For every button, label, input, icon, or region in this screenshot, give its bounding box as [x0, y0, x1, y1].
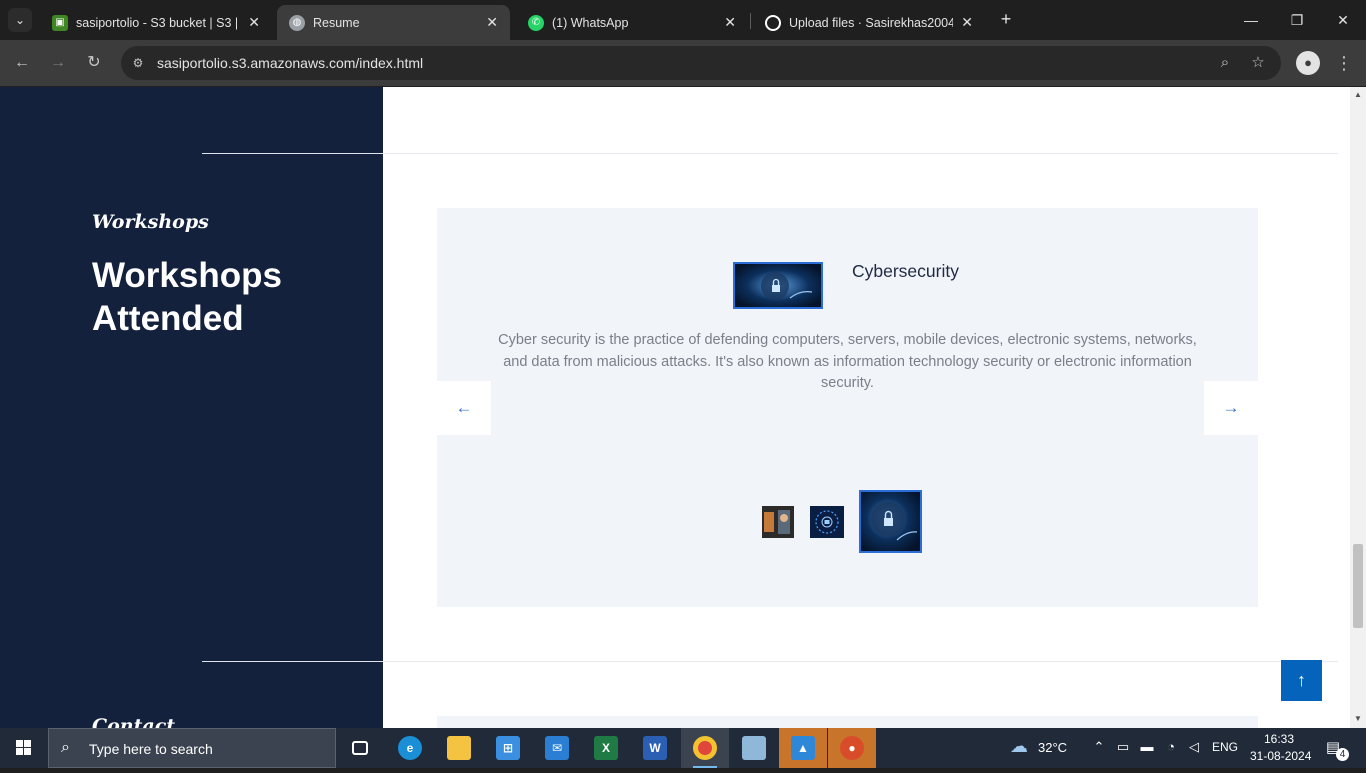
clock-date[interactable]: 31-08-2024: [1250, 749, 1311, 763]
tab-title: Resume: [313, 15, 360, 30]
clock-time[interactable]: 16:33: [1264, 732, 1294, 746]
show-hidden-icons-icon[interactable]: ⌃: [1090, 739, 1108, 755]
next-section-subtitle: Contact: [92, 715, 176, 728]
divider-bottom: [383, 661, 1338, 662]
browser-menu-icon[interactable]: ⋮: [1334, 51, 1354, 75]
taskbar-word[interactable]: W: [631, 728, 679, 768]
taskbar-file-explorer[interactable]: [435, 728, 483, 768]
tab-close-icon[interactable]: ✕: [961, 14, 973, 31]
aws-s3-icon: ▣: [52, 14, 68, 31]
profile-avatar-icon[interactable]: ●: [1296, 51, 1320, 75]
divider-bottom-left: [202, 661, 383, 662]
folder-icon: [447, 736, 471, 760]
carousel-thumbnail-selected[interactable]: [859, 490, 922, 553]
workshop-description: Cyber security is the practice of defend…: [498, 332, 1197, 391]
section-heading: Workshops Attended: [92, 256, 282, 338]
taskbar-chrome[interactable]: [681, 728, 729, 768]
taskbar-photos[interactable]: ▲: [779, 728, 827, 768]
bookmark-star-icon[interactable]: ☆: [1248, 53, 1268, 73]
scrollbar-thumb[interactable]: [1353, 544, 1363, 628]
notes-icon: [742, 736, 766, 760]
volume-muted-icon[interactable]: ◁: [1185, 739, 1203, 755]
scroll-down-icon[interactable]: ▼: [1353, 714, 1363, 724]
section-subtitle: Workshops: [92, 211, 209, 233]
taskbar-search-box[interactable]: ⌕ Type here to search: [48, 728, 336, 768]
divider-top: [383, 153, 1338, 154]
taskbar-app-recorder[interactable]: ●: [828, 728, 876, 768]
tab-s3-bucket[interactable]: ▣ sasiportolio - S3 bucket | S3 | us ✕: [40, 5, 272, 40]
forward-button[interactable]: →: [46, 51, 70, 75]
workshop-title: Cybersecurity: [852, 261, 959, 281]
carousel-thumbnail[interactable]: [762, 506, 794, 538]
taskbar-mail[interactable]: ✉: [533, 728, 581, 768]
globe-icon: ◍: [289, 14, 305, 31]
battery-icon[interactable]: ▬: [1138, 739, 1156, 754]
next-section-card: [437, 716, 1258, 728]
notification-count-badge: 4: [1336, 748, 1349, 761]
github-icon: [765, 14, 781, 31]
search-icon: ⌕: [61, 739, 70, 756]
tab-separator: [750, 13, 751, 29]
page-scrollbar[interactable]: ▲ ▼: [1350, 87, 1366, 728]
address-bar[interactable]: ⚙ sasiportolio.s3.amazonaws.com/index.ht…: [121, 46, 1281, 80]
language-indicator[interactable]: ENG: [1212, 740, 1238, 754]
start-button[interactable]: [0, 728, 48, 768]
tab-github-upload[interactable]: Upload files · Sasirekhas2004/pc ✕: [753, 5, 985, 40]
mail-icon: ✉: [545, 736, 569, 760]
tab-title: sasiportolio - S3 bucket | S3 | us: [76, 15, 241, 30]
scroll-up-icon[interactable]: ▲: [1353, 90, 1363, 100]
chrome-icon: [693, 736, 717, 760]
browser-tab-bar: ⌄ ▣ sasiportolio - S3 bucket | S3 | us ✕…: [0, 0, 1366, 40]
tab-close-icon[interactable]: ✕: [248, 14, 260, 31]
wifi-icon[interactable]: ◔: [1162, 739, 1180, 754]
close-window-button[interactable]: ✕: [1320, 0, 1366, 40]
carousel-next-button[interactable]: →: [1204, 381, 1258, 435]
reload-button[interactable]: ↻: [82, 51, 106, 75]
tab-resume[interactable]: ◍ Resume ✕: [277, 5, 510, 40]
taskbar-excel[interactable]: X: [582, 728, 630, 768]
browser-toolbar: ← → ↻ ⚙ sasiportolio.s3.amazonaws.com/in…: [0, 40, 1366, 86]
tab-title: (1) WhatsApp: [552, 15, 629, 30]
workshop-main-image: [733, 262, 823, 309]
page-viewport: Workshops Workshops Attended Contact Cyb: [0, 87, 1366, 728]
new-tab-button[interactable]: +: [996, 9, 1016, 30]
word-icon: W: [643, 736, 667, 760]
carousel-thumbnail[interactable]: [810, 506, 844, 538]
workshop-carousel: Cybersecurity Cyber security is the prac…: [437, 208, 1258, 607]
task-view-icon: [352, 741, 368, 755]
edge-icon: e: [398, 736, 422, 760]
windows-taskbar: ⌕ Type here to search e ⊞ ✉ X W ▲ ● ☁ 32…: [0, 728, 1366, 768]
carousel-prev-button[interactable]: ←: [437, 381, 491, 435]
task-view-button[interactable]: [336, 728, 384, 768]
taskbar-store[interactable]: ⊞: [484, 728, 532, 768]
taskbar-app-notes[interactable]: [730, 728, 778, 768]
tab-title: Upload files · Sasirekhas2004/pc: [789, 15, 954, 30]
tab-close-icon[interactable]: ✕: [486, 14, 498, 31]
zoom-icon[interactable]: ⌕: [1215, 53, 1235, 73]
windows-logo-icon: [16, 740, 31, 755]
store-icon: ⊞: [496, 736, 520, 760]
divider-top-left: [202, 153, 383, 154]
url-text: sasiportolio.s3.amazonaws.com/index.html: [157, 55, 424, 71]
tab-search-button[interactable]: ⌄: [8, 8, 32, 32]
section-sidebar: [0, 87, 383, 728]
recorder-icon: ●: [840, 736, 864, 760]
taskbar-search-placeholder: Type here to search: [89, 741, 213, 757]
tab-whatsapp[interactable]: ✆ (1) WhatsApp ✕: [516, 5, 748, 40]
minimize-button[interactable]: —: [1228, 0, 1274, 40]
excel-icon: X: [594, 736, 618, 760]
tab-close-icon[interactable]: ✕: [724, 14, 736, 31]
site-info-icon[interactable]: ⚙: [129, 54, 147, 72]
photos-icon: ▲: [791, 736, 815, 760]
taskbar-edge[interactable]: e: [386, 728, 434, 768]
back-to-top-button[interactable]: ↑: [1281, 660, 1322, 701]
weather-icon[interactable]: ☁: [1006, 736, 1032, 757]
whatsapp-icon: ✆: [528, 14, 544, 31]
meet-now-icon[interactable]: ▭: [1114, 739, 1132, 755]
restore-button[interactable]: ❐: [1274, 0, 1320, 40]
back-button[interactable]: ←: [10, 51, 34, 75]
weather-temperature[interactable]: 32°C: [1038, 740, 1067, 755]
